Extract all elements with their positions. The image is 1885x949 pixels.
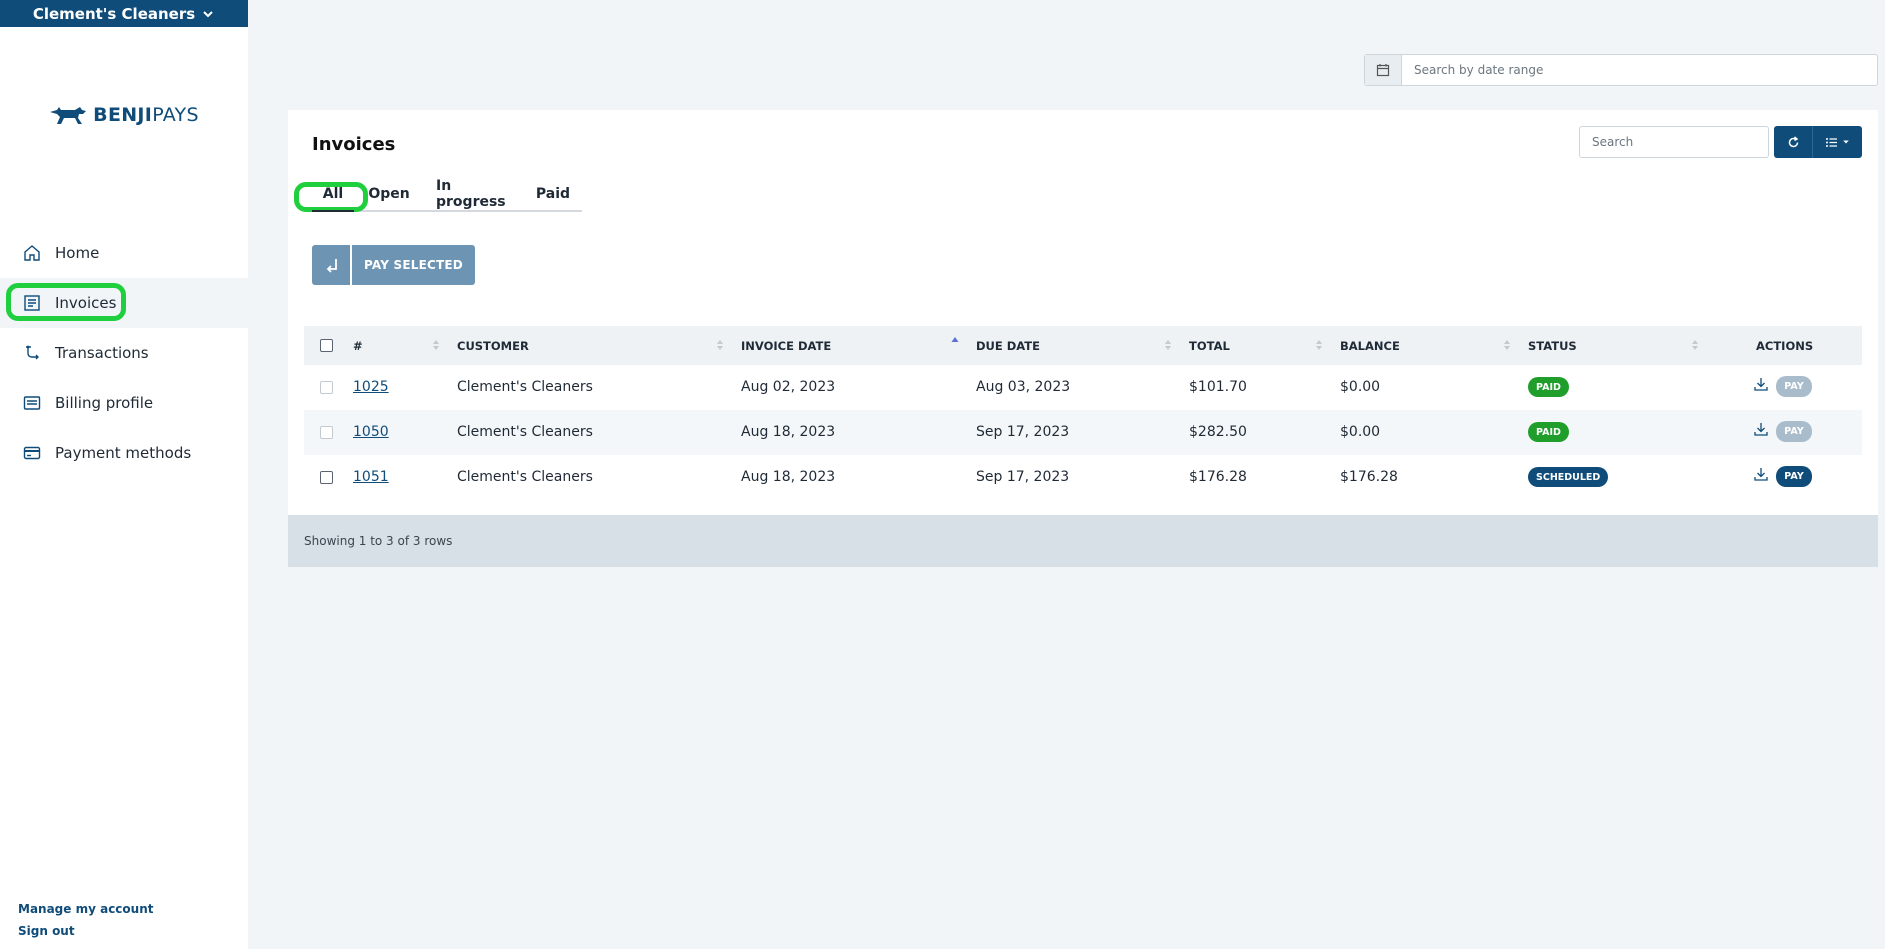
download-icon[interactable] — [1753, 466, 1769, 482]
home-icon — [24, 245, 40, 261]
org-switcher[interactable]: Clement's Cleaners — [0, 0, 248, 27]
tab-in-progress[interactable]: In progress — [436, 178, 516, 210]
due-date-cell: Aug 03, 2023 — [976, 379, 1071, 395]
table-row: 1051 Clement's Cleaners Aug 18, 2023 Sep… — [304, 455, 1862, 500]
sidebar-item-billing-profile[interactable]: Billing profile — [0, 378, 248, 428]
customer-cell: Clement's Cleaners — [457, 379, 593, 395]
billing-profile-icon — [23, 396, 41, 410]
balance-cell: $0.00 — [1340, 379, 1381, 395]
sort-icon — [433, 340, 439, 350]
date-range-search — [1364, 54, 1878, 86]
balance-cell: $0.00 — [1340, 424, 1381, 440]
row-checkbox[interactable] — [320, 471, 333, 484]
column-header-total[interactable]: TOTAL — [1189, 339, 1230, 353]
due-date-cell: Sep 17, 2023 — [976, 424, 1070, 440]
transactions-icon — [26, 345, 39, 360]
table-header: # CUSTOMER INVOICE DATE DUE DATE TOTAL B… — [304, 326, 1862, 365]
sidebar: Clement's Cleaners BENJIPAYS Home Invoic… — [0, 0, 248, 949]
pay-button[interactable]: PAY — [1776, 466, 1812, 487]
sidebar-item-payment-methods[interactable]: Payment methods — [0, 428, 248, 478]
status-badge: SCHEDULED — [1528, 467, 1609, 487]
sidebar-item-label: Invoices — [55, 294, 117, 312]
total-cell: $176.28 — [1189, 469, 1247, 485]
due-date-cell: Sep 17, 2023 — [976, 469, 1070, 485]
invoices-panel: Invoices All Open In progress Paid PAY S… — [288, 110, 1878, 567]
sidebar-item-transactions[interactable]: Transactions — [0, 328, 248, 378]
balance-cell: $176.28 — [1340, 469, 1398, 485]
invoice-number-link[interactable]: 1051 — [353, 469, 389, 485]
table-row: 1025 Clement's Cleaners Aug 02, 2023 Aug… — [304, 365, 1862, 410]
account-links: Manage my account Sign out — [18, 902, 153, 938]
total-cell: $101.70 — [1189, 379, 1247, 395]
manage-account-link[interactable]: Manage my account — [18, 902, 153, 916]
column-header-status[interactable]: STATUS — [1528, 339, 1577, 353]
page-title: Invoices — [312, 134, 396, 155]
refresh-icon — [1788, 135, 1798, 147]
status-badge: PAID — [1528, 422, 1569, 442]
sidebar-nav: Home Invoices Transactions Billing profi… — [0, 228, 248, 478]
invoice-number-link[interactable]: 1050 — [353, 424, 389, 440]
download-icon[interactable] — [1753, 376, 1769, 392]
pay-selected-button[interactable]: PAY SELECTED — [312, 245, 475, 285]
tab-paid[interactable]: Paid — [536, 178, 570, 210]
customer-cell: Clement's Cleaners — [457, 424, 593, 440]
pay-button: PAY — [1776, 376, 1812, 397]
sign-out-link[interactable]: Sign out — [18, 924, 153, 938]
dog-logo-icon — [50, 107, 87, 124]
column-header-customer[interactable]: CUSTOMER — [457, 339, 529, 353]
row-checkbox — [320, 426, 333, 439]
table-toolbar — [1774, 126, 1862, 158]
invoices-table: # CUSTOMER INVOICE DATE DUE DATE TOTAL B… — [304, 326, 1862, 500]
customer-cell: Clement's Cleaners — [457, 469, 593, 485]
sort-icon — [1504, 340, 1510, 350]
brand-logo: BENJIPAYS — [0, 104, 248, 126]
sidebar-item-invoices[interactable]: Invoices — [0, 278, 248, 328]
row-checkbox — [320, 381, 333, 394]
sort-icon — [1692, 340, 1698, 350]
column-header-due-date[interactable]: DUE DATE — [976, 339, 1040, 353]
status-badge: PAID — [1528, 377, 1569, 397]
arrow-down-left-icon — [312, 245, 352, 285]
sidebar-item-home[interactable]: Home — [0, 228, 248, 278]
sort-icon — [1165, 340, 1171, 350]
org-name: Clement's Cleaners — [32, 4, 196, 23]
pay-selected-label: PAY SELECTED — [364, 258, 463, 272]
column-header-invoice-date[interactable]: INVOICE DATE — [741, 339, 831, 353]
caret-down-icon — [1843, 140, 1849, 144]
invoice-tabs: All Open In progress Paid — [294, 178, 582, 212]
select-all-checkbox[interactable] — [320, 339, 333, 352]
sidebar-item-label: Payment methods — [55, 444, 192, 462]
tab-open[interactable]: Open — [368, 178, 409, 210]
column-header-number[interactable]: # — [353, 339, 363, 353]
invoice-date-cell: Aug 02, 2023 — [741, 379, 836, 395]
tab-all[interactable]: All — [294, 178, 368, 212]
invoice-icon — [24, 295, 40, 311]
sidebar-item-label: Transactions — [55, 344, 149, 362]
column-header-actions: ACTIONS — [1756, 339, 1814, 353]
invoice-date-cell: Aug 18, 2023 — [741, 424, 836, 440]
list-icon — [1826, 137, 1837, 147]
pagination-info: Showing 1 to 3 of 3 rows — [288, 515, 1878, 567]
sort-icon — [1316, 340, 1322, 350]
total-cell: $282.50 — [1189, 424, 1247, 440]
sidebar-item-label: Home — [55, 244, 100, 262]
column-header-balance[interactable]: BALANCE — [1340, 339, 1400, 353]
chevron-down-icon — [203, 10, 213, 17]
sidebar-item-label: Billing profile — [55, 394, 154, 412]
credit-card-icon — [23, 446, 41, 460]
pay-button: PAY — [1776, 421, 1812, 442]
calendar-icon-button[interactable] — [1365, 55, 1402, 85]
sort-asc-icon — [951, 337, 959, 342]
invoice-number-link[interactable]: 1025 — [353, 379, 389, 395]
search-input[interactable] — [1579, 126, 1769, 158]
columns-dropdown-button[interactable] — [1813, 126, 1862, 158]
calendar-icon — [1376, 64, 1390, 77]
download-icon[interactable] — [1753, 421, 1769, 437]
table-row: 1050 Clement's Cleaners Aug 18, 2023 Sep… — [304, 410, 1862, 455]
sort-icon — [717, 340, 723, 350]
invoice-date-cell: Aug 18, 2023 — [741, 469, 836, 485]
refresh-button[interactable] — [1774, 126, 1813, 158]
date-range-input[interactable] — [1402, 55, 1877, 85]
brand-name: BENJIPAYS — [93, 104, 199, 126]
